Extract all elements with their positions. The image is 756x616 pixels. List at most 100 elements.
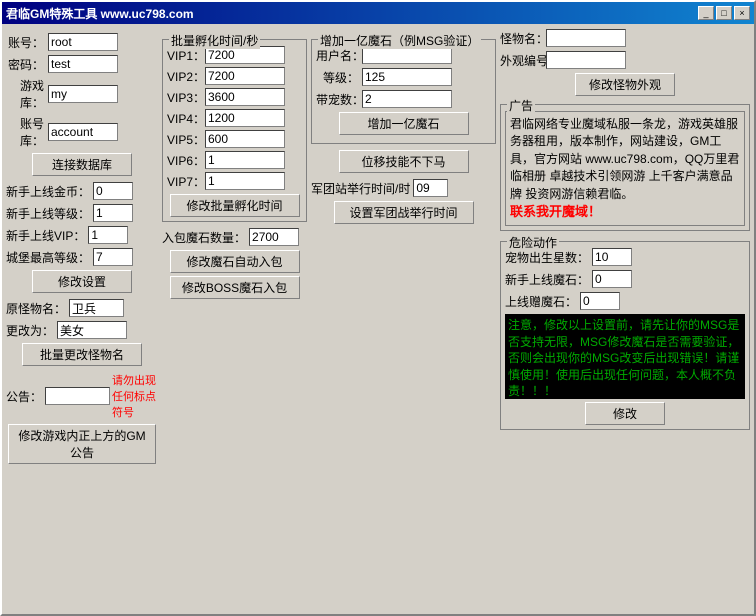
- pet-count-row: 带宠数：: [316, 90, 491, 108]
- appearance-input[interactable]: [546, 51, 626, 69]
- vip3-input[interactable]: [205, 88, 285, 106]
- announcement-input[interactable]: [45, 387, 110, 405]
- password-input[interactable]: [48, 55, 118, 73]
- announcement-label: 公告：: [6, 388, 45, 405]
- gamedb-label: 游戏库：: [6, 77, 48, 111]
- newbie-level-row: 新手上线等级：: [6, 204, 158, 222]
- monster-name-input[interactable]: [546, 29, 626, 47]
- left-panel: 账号： 密码： 游戏库： 账号库： 连接数据库 新手上线金币：: [6, 29, 158, 609]
- pet-star-label: 宠物出生星数：: [505, 249, 592, 266]
- danger-title: 危险动作: [507, 234, 559, 251]
- change-to-input[interactable]: [57, 321, 127, 339]
- account-input[interactable]: [48, 33, 118, 51]
- military-section: 军团站举行时间/时 设置军团战举行时间: [311, 179, 496, 224]
- bag-magic-input[interactable]: [249, 228, 299, 246]
- newbie-vip-row: 新手上线VIP：: [6, 226, 158, 244]
- username-label: 用户名：: [316, 47, 362, 64]
- change-to-row: 更改为：: [6, 321, 158, 339]
- accountdb-label: 账号库：: [6, 115, 48, 149]
- danger-group: 危险动作 宠物出生星数： 新手上线魔石： 上线赠魔石： 注意，修改以上设置前，请…: [500, 241, 750, 430]
- vip5-label: VIP5：: [167, 131, 205, 148]
- accountdb-row: 账号库：: [6, 115, 158, 149]
- level-input[interactable]: [362, 68, 452, 86]
- minimize-button[interactable]: _: [698, 6, 714, 20]
- newbie-gold-input[interactable]: [93, 182, 133, 200]
- warning-text: 注意，修改以上设置前，请先让你的MSG是否支持无限，MSG修改魔石是否需要验证，…: [508, 318, 739, 398]
- modify-boss-magic-button[interactable]: 修改BOSS魔石入包: [170, 276, 300, 299]
- level-label: 等级：: [316, 69, 362, 86]
- modify-danger-button[interactable]: 修改: [585, 402, 665, 425]
- vip4-row: VIP4：: [167, 109, 302, 127]
- addmagic-group: 增加一亿魔石（例MSG验证） 用户名： 等级： 带宠数： 增加一亿魔石: [311, 39, 496, 144]
- move-skill-button[interactable]: 位移技能不下马: [339, 150, 469, 173]
- password-row: 密码：: [6, 55, 158, 73]
- castle-max-input[interactable]: [93, 248, 133, 266]
- monster-name-row: 怪物名：: [500, 29, 750, 47]
- modify-batch-hatch-button[interactable]: 修改批量孵化时间: [170, 194, 300, 217]
- military-input[interactable]: [413, 179, 448, 197]
- vip1-label: VIP1：: [167, 47, 205, 64]
- main-window: 君临GM特殊工具 www.uc798.com _ □ × 账号： 密码： 游戏库…: [0, 0, 756, 616]
- password-label: 密码：: [6, 56, 48, 73]
- newbie-vip-input[interactable]: [88, 226, 128, 244]
- vip6-label: VIP6：: [167, 152, 205, 169]
- vip4-input[interactable]: [205, 109, 285, 127]
- vip7-label: VIP7：: [167, 173, 205, 190]
- batch-hatch-group: 批量孵化时间/秒 VIP1： VIP2： VIP3： VIP4：: [162, 39, 307, 222]
- vip4-label: VIP4：: [167, 110, 205, 127]
- maximize-button[interactable]: □: [716, 6, 732, 20]
- right-panel: 怪物名： 外观编号： 修改怪物外观 广告 君临网络专业魔域私服一条龙，游戏英雄服…: [500, 29, 750, 609]
- vip6-input[interactable]: [205, 151, 285, 169]
- gamedb-row: 游戏库：: [6, 77, 158, 111]
- login-magic-input[interactable]: [580, 292, 620, 310]
- account-row: 账号：: [6, 33, 158, 51]
- connect-db-button[interactable]: 连接数据库: [32, 153, 132, 176]
- original-monster-row: 原怪物名：: [6, 299, 158, 317]
- window-title: 君临GM特殊工具 www.uc798.com: [6, 5, 194, 22]
- newbie-level-input[interactable]: [93, 204, 133, 222]
- castle-max-label: 城堡最高等级：: [6, 249, 93, 266]
- login-magic-row: 上线赠魔石：: [505, 292, 745, 310]
- appearance-label: 外观编号：: [500, 52, 546, 69]
- newbie-gold-row: 新手上线金币：: [6, 182, 158, 200]
- ad-content: 君临网络专业魔域私服一条龙，游戏英雄服务器租用，版本制作，网站建设，GM工具，官…: [505, 111, 745, 226]
- vip2-label: VIP2：: [167, 68, 205, 85]
- modify-magic-auto-button[interactable]: 修改魔石自动入包: [170, 250, 300, 273]
- vip7-input[interactable]: [205, 172, 285, 190]
- addmagic-panel: 增加一亿魔石（例MSG验证） 用户名： 等级： 带宠数： 增加一亿魔石: [311, 29, 496, 609]
- vip6-row: VIP6：: [167, 151, 302, 169]
- newbie-vip-label: 新手上线VIP：: [6, 227, 88, 244]
- ad-group: 广告 君临网络专业魔域私服一条龙，游戏英雄服务器租用，版本制作，网站建设，GM工…: [500, 104, 750, 231]
- account-label: 账号：: [6, 34, 48, 51]
- newbie-magic-label: 新手上线魔石：: [505, 271, 592, 288]
- close-button[interactable]: ×: [734, 6, 750, 20]
- newbie-magic-input[interactable]: [592, 270, 632, 288]
- pet-count-label: 带宠数：: [316, 91, 362, 108]
- pet-count-input[interactable]: [362, 90, 452, 108]
- modify-ad-button[interactable]: 修改游戏内正上方的GM公告: [8, 424, 156, 464]
- ad-text: 君临网络专业魔域私服一条龙，游戏英雄服务器租用，版本制作，网站建设，GM工具，官…: [510, 117, 739, 201]
- add-magic-button[interactable]: 增加一亿魔石: [339, 112, 469, 135]
- warning-text-box: 注意，修改以上设置前，请先让你的MSG是否支持无限，MSG修改魔石是否需要验证，…: [505, 314, 745, 399]
- vip5-row: VIP5：: [167, 130, 302, 148]
- accountdb-input[interactable]: [48, 123, 118, 141]
- original-monster-label: 原怪物名：: [6, 300, 69, 317]
- gamedb-input[interactable]: [48, 85, 118, 103]
- monster-appearance-section: 怪物名： 外观编号： 修改怪物外观: [500, 29, 750, 96]
- modify-settings-button[interactable]: 修改设置: [32, 270, 132, 293]
- ad-link[interactable]: 联系我开魔域！: [510, 204, 601, 219]
- vip2-row: VIP2：: [167, 67, 302, 85]
- change-to-label: 更改为：: [6, 322, 57, 339]
- original-monster-input[interactable]: [69, 299, 124, 317]
- set-military-button[interactable]: 设置军团战举行时间: [334, 201, 474, 224]
- bag-magic-row: 入包魔石数量：: [162, 228, 307, 246]
- middle-panel: 批量孵化时间/秒 VIP1： VIP2： VIP3： VIP4：: [162, 29, 307, 609]
- pet-star-input[interactable]: [592, 248, 632, 266]
- vip5-input[interactable]: [205, 130, 285, 148]
- newbie-level-label: 新手上线等级：: [6, 205, 93, 222]
- military-row: 军团站举行时间/时: [311, 179, 496, 197]
- vip2-input[interactable]: [205, 67, 285, 85]
- castle-max-row: 城堡最高等级：: [6, 248, 158, 266]
- batch-rename-button[interactable]: 批量更改怪物名: [22, 343, 142, 366]
- modify-appearance-button[interactable]: 修改怪物外观: [575, 73, 675, 96]
